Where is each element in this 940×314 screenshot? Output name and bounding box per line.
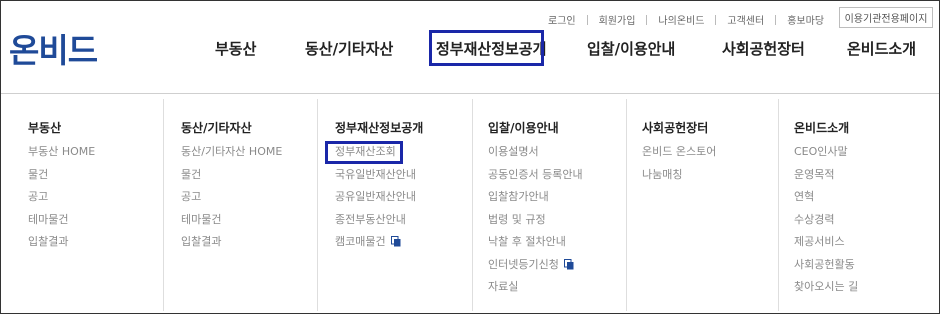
menu-item[interactable]: 테마물건: [181, 213, 282, 236]
menu-item[interactable]: 찾아오시는 길: [794, 280, 858, 303]
menu-column-about: 온비드소개 CEO인사말 운영목적 연혁 수상경력 제공서비스 사회공헌활동 찾…: [779, 99, 939, 311]
column-title: 부동산: [28, 121, 62, 135]
menu-item[interactable]: 공고: [181, 190, 282, 213]
menu-item[interactable]: 국유일반재산안내: [335, 168, 416, 191]
new-window-icon: [390, 236, 401, 247]
menu-item[interactable]: 낙찰 후 절차안내: [488, 235, 583, 258]
menu-item[interactable]: 공유일반재산안내: [335, 190, 416, 213]
menu-item[interactable]: 물건: [28, 168, 95, 191]
menu-item[interactable]: 물건: [181, 168, 282, 191]
login-link[interactable]: 로그인: [548, 12, 576, 27]
selected-item-highlight: [325, 141, 403, 164]
nav-movables[interactable]: 동산/기타자산: [305, 38, 393, 59]
divider: [586, 14, 588, 25]
menu-item[interactable]: 연혁: [794, 190, 858, 213]
column-title: 온비드소개: [794, 121, 850, 135]
active-nav-highlight: [429, 30, 544, 66]
menu-item[interactable]: 공동인증서 등록안내: [488, 168, 583, 191]
menu-item[interactable]: 입찰결과: [28, 235, 95, 258]
new-window-icon: [563, 258, 574, 269]
menu-item[interactable]: 온비드 온스토어: [642, 145, 716, 168]
menu-item[interactable]: 나눔매칭: [642, 168, 716, 191]
menu-item[interactable]: 동산/기타자산 HOME: [181, 145, 282, 168]
nav-bidding-guide[interactable]: 입찰/이용안내: [587, 38, 675, 59]
utility-links: 로그인 회원가입 나의온비드 고객센터 홍보마당: [548, 12, 824, 27]
menu-item[interactable]: 제공서비스: [794, 235, 858, 258]
menu-column-real-estate: 부동산 부동산 HOME 물건 공고 테마물건 입찰결과: [0, 99, 164, 311]
menu-item[interactable]: 입찰결과: [181, 235, 282, 258]
divider: [775, 14, 777, 25]
customer-center-link[interactable]: 고객센터: [727, 12, 764, 27]
menu-item-internet-registry[interactable]: 인터넷등기신청: [488, 258, 583, 281]
menu-item[interactable]: 사회공헌활동: [794, 258, 858, 281]
nav-about[interactable]: 온비드소개: [847, 38, 916, 59]
header-divider: [1, 93, 939, 94]
column-title: 동산/기타자산: [181, 121, 252, 135]
menu-item[interactable]: 운영목적: [794, 168, 858, 191]
menu-column-movables: 동산/기타자산 동산/기타자산 HOME 물건 공고 테마물건 입찰결과: [164, 99, 318, 311]
signup-link[interactable]: 회원가입: [599, 12, 636, 27]
menu-item[interactable]: 입찰참가안내: [488, 190, 583, 213]
menu-item-kamco[interactable]: 캠코매물건: [335, 235, 416, 258]
menu-item[interactable]: 테마물건: [28, 213, 95, 236]
menu-column-social-market: 사회공헌장터 온비드 온스토어 나눔매칭: [627, 99, 779, 311]
menu-column-bidding-guide: 입찰/이용안내 이용설명서 공동인증서 등록안내 입찰참가안내 법령 및 규정 …: [473, 99, 627, 311]
menu-item[interactable]: 수상경력: [794, 213, 858, 236]
menu-item[interactable]: 공고: [28, 190, 95, 213]
menu-item[interactable]: 자료실: [488, 280, 583, 303]
menu-item-label: 캠코매물건: [335, 235, 386, 248]
divider: [646, 14, 648, 25]
institution-page-button[interactable]: 이용기관전용페이지: [839, 7, 933, 28]
menu-item[interactable]: 법령 및 규정: [488, 213, 583, 236]
pr-link[interactable]: 홍보마당: [787, 12, 824, 27]
my-onbid-link[interactable]: 나의온비드: [658, 12, 704, 27]
nav-social-market[interactable]: 사회공헌장터: [722, 38, 805, 59]
menu-item[interactable]: 이용설명서: [488, 145, 583, 168]
column-title: 사회공헌장터: [642, 121, 709, 135]
column-title: 입찰/이용안내: [488, 121, 559, 135]
menu-item-label: 인터넷등기신청: [488, 257, 559, 271]
column-title: 정부재산정보공개: [335, 121, 424, 135]
menu-item[interactable]: CEO인사말: [794, 145, 858, 168]
menu-column-gov-property: 정부재산정보공개 정부재산조회 국유일반재산안내 공유일반재산안내 종전부동산안…: [318, 99, 473, 311]
nav-real-estate[interactable]: 부동산: [215, 38, 256, 59]
divider: [715, 14, 717, 25]
menu-item[interactable]: 종전부동산안내: [335, 213, 416, 236]
menu-item[interactable]: 부동산 HOME: [28, 145, 95, 168]
